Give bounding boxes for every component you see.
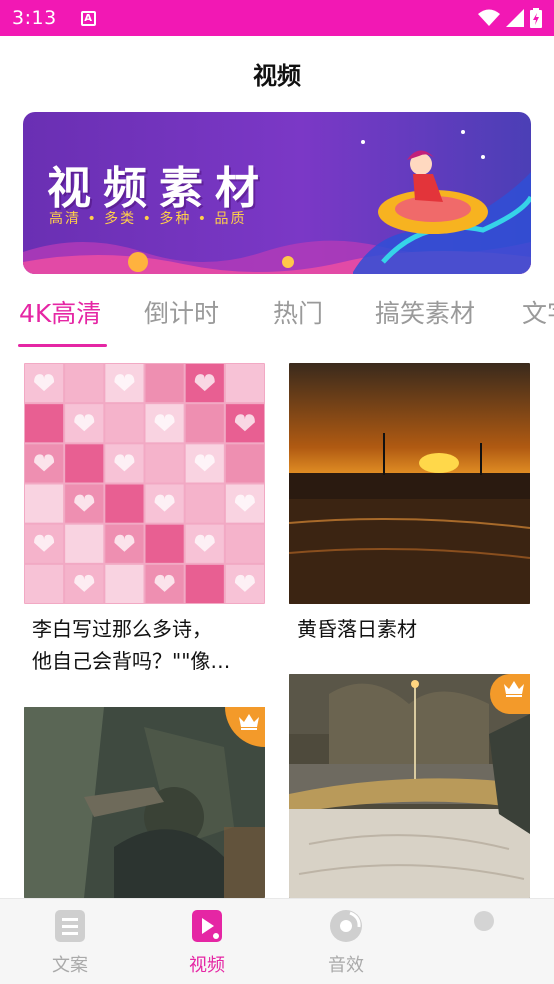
wifi-icon <box>478 9 500 26</box>
nav-label: 文案 <box>52 955 88 976</box>
nav-label: 音效 <box>328 955 364 976</box>
nav-label: 视频 <box>189 955 225 976</box>
cell-signal-icon <box>506 9 524 27</box>
video-title-line-1: 李白写过那么多诗， <box>32 617 212 641</box>
video-thumbnail[interactable] <box>289 363 530 604</box>
status-icons <box>478 8 542 28</box>
premium-crown-badge <box>490 674 530 714</box>
tab-text[interactable]: 文字 <box>522 294 554 330</box>
video-thumbnail[interactable] <box>24 707 265 898</box>
snow-night-image <box>289 674 530 898</box>
tab-funny[interactable]: 搞笑素材 <box>375 294 475 330</box>
notification-a-icon: A <box>80 10 96 26</box>
nav-item-mine-icon[interactable] <box>474 911 494 931</box>
battery-icon <box>530 8 542 28</box>
crown-icon <box>504 681 524 697</box>
page-title: 视频 <box>253 62 301 90</box>
tab-hot[interactable]: 热门 <box>273 294 323 330</box>
video-card[interactable]: 黄昏落日素材 <box>289 363 530 653</box>
sunset-image <box>289 363 530 604</box>
nav-item-copywriting[interactable]: 文案 <box>30 909 110 977</box>
music-disc-icon <box>330 910 362 942</box>
category-tabs: 4K高清 倒计时 热门 搞笑素材 文字 <box>0 288 554 348</box>
bottom-navigation: 文案 视频 音效 <box>0 898 554 984</box>
status-bar: 3:13 A <box>0 0 554 36</box>
video-title: 李白写过那么多诗， 他自己会背吗？""像… <box>32 613 262 677</box>
video-play-icon <box>192 910 222 942</box>
video-card[interactable] <box>24 707 265 898</box>
tab-indicator <box>18 344 107 347</box>
document-icon <box>55 910 85 942</box>
tab-countdown[interactable]: 倒计时 <box>144 294 219 330</box>
soldier-image <box>24 707 265 898</box>
nav-item-sound[interactable]: 音效 <box>306 909 386 977</box>
video-title: 黄昏落日素材 <box>297 617 417 641</box>
video-title-line-2: 他自己会背吗？""像… <box>32 649 231 673</box>
video-thumbnail[interactable] <box>24 363 265 604</box>
hearts-image <box>24 363 265 604</box>
crown-icon <box>239 714 259 730</box>
status-time: 3:13 <box>12 7 57 29</box>
banner-title: 视频素材 <box>47 163 271 214</box>
video-card[interactable] <box>289 674 530 898</box>
video-thumbnail[interactable] <box>289 674 530 898</box>
tab-4k[interactable]: 4K高清 <box>19 294 101 330</box>
video-card[interactable]: 李白写过那么多诗， 他自己会背吗？""像… <box>24 363 265 683</box>
promo-banner[interactable]: 视频素材 高清 • 多类 • 多种 • 品质 <box>23 112 531 274</box>
banner-subtitle: 高清 • 多类 • 多种 • 品质 <box>49 211 247 227</box>
nav-item-video[interactable]: 视频 <box>167 909 247 977</box>
